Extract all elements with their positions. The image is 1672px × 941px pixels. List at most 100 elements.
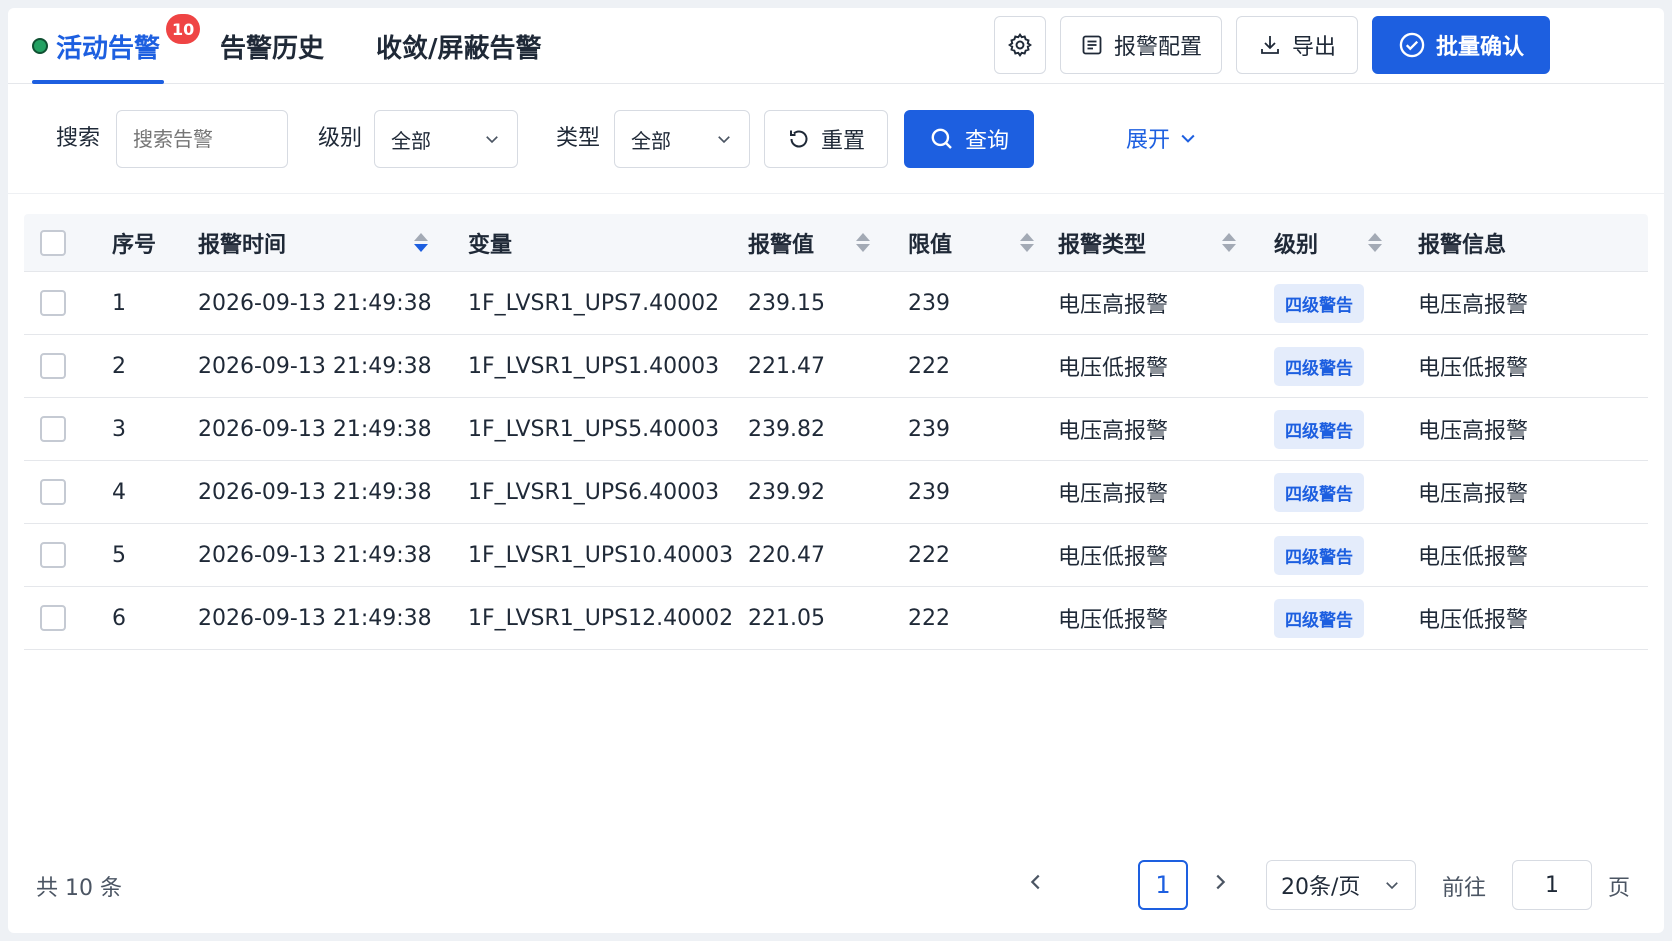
reset-icon	[787, 127, 811, 151]
cell-info: 电压高报警	[1418, 398, 1528, 460]
col-header-limit: 限值	[908, 214, 1034, 271]
page-size-select[interactable]: 20条/页	[1266, 860, 1416, 910]
row-checkbox[interactable]	[40, 416, 66, 442]
table-row[interactable]: 6 2026-09-13 21:49:38 1F_LVSR1_UPS12.40002…	[24, 587, 1648, 650]
total-count: 共 10 条	[36, 876, 122, 901]
search-icon	[929, 126, 955, 152]
sort-toggle-icon[interactable]	[1222, 233, 1236, 252]
export-button[interactable]: 导出	[1236, 16, 1358, 74]
cell-limit-text: 222	[908, 353, 950, 379]
col-header-label: 限值	[908, 232, 953, 258]
cell-info: 电压低报警	[1418, 587, 1528, 649]
settings-button[interactable]	[994, 16, 1046, 74]
cell-limit: 239	[908, 398, 950, 460]
cell-variable-text: 1F_LVSR1_UPS6.40003	[468, 479, 720, 505]
next-page-button[interactable]	[1204, 866, 1236, 898]
cell-time: 2026-09-13 21:49:38	[198, 524, 432, 586]
cell-level: 四级警告	[1274, 524, 1364, 586]
table-row[interactable]: 2 2026-09-13 21:49:38 1F_LVSR1_UPS1.40003 2…	[24, 335, 1648, 398]
tab-active-alarms[interactable]: 活动告警	[32, 26, 160, 66]
col-header-time: 报警时间	[198, 214, 428, 271]
check-circle-icon	[1398, 31, 1426, 59]
row-checkbox[interactable]	[40, 542, 66, 568]
cell-limit-text: 239	[908, 416, 950, 442]
cell-type-text: 电压低报警	[1058, 545, 1169, 570]
cell-no-text: 5	[112, 542, 126, 568]
table-row[interactable]: 5 2026-09-13 21:49:38 1F_LVSR1_UPS10.40003…	[24, 524, 1648, 587]
sort-toggle-icon[interactable]	[1368, 233, 1382, 252]
alarm-config-button[interactable]: 报警配置	[1060, 16, 1222, 74]
cell-level: 四级警告	[1274, 587, 1364, 649]
cell-info: 电压低报警	[1418, 335, 1528, 397]
row-checkbox[interactable]	[40, 605, 66, 631]
row-select-cell	[40, 398, 66, 460]
sort-toggle-icon[interactable]	[414, 233, 428, 252]
col-header-label: 报警时间	[198, 232, 287, 258]
level-tag: 四级警告	[1274, 283, 1364, 323]
cell-limit: 239	[908, 461, 950, 523]
page-number-button[interactable]: 1	[1138, 860, 1188, 910]
cell-no: 4	[112, 461, 126, 523]
cell-variable-text: 1F_LVSR1_UPS7.40002	[468, 290, 720, 316]
download-icon	[1258, 33, 1282, 57]
cell-value-text: 239.92	[748, 479, 825, 505]
cell-time: 2026-09-13 21:49:38	[198, 272, 432, 334]
sort-toggle-icon[interactable]	[1020, 233, 1034, 252]
cell-time-text: 2026-09-13 21:49:38	[198, 290, 432, 316]
expand-toggle[interactable]: 展开	[1126, 122, 1198, 154]
level-tag: 四级警告	[1274, 346, 1364, 386]
select-all-checkbox[interactable]	[40, 229, 66, 256]
cell-limit-text: 222	[908, 542, 950, 568]
level-select[interactable]: 全部	[374, 110, 518, 168]
cell-no-text: 3	[112, 416, 126, 442]
cell-time-text: 2026-09-13 21:49:38	[198, 605, 432, 631]
reset-button[interactable]: 重置	[764, 110, 888, 168]
table-row[interactable]: 1 2026-09-13 21:49:38 1F_LVSR1_UPS7.40002 2…	[24, 272, 1648, 335]
cell-no-text: 6	[112, 605, 126, 631]
tab-alarm-history[interactable]: 告警历史	[220, 26, 324, 66]
row-checkbox[interactable]	[40, 353, 66, 379]
cell-variable: 1F_LVSR1_UPS5.40003	[468, 398, 719, 460]
cell-no: 5	[112, 524, 126, 586]
prev-page-button[interactable]	[1020, 866, 1052, 898]
cell-value: 221.05	[748, 587, 825, 649]
cell-info-text: 电压高报警	[1418, 482, 1529, 507]
page-suffix-label: 页	[1608, 876, 1631, 901]
row-checkbox[interactable]	[40, 290, 66, 316]
type-select-value: 全部	[631, 128, 671, 153]
row-checkbox[interactable]	[40, 479, 66, 505]
cell-type-text: 电压低报警	[1058, 608, 1169, 633]
cell-no-text: 1	[112, 290, 126, 316]
row-select-cell	[40, 272, 66, 334]
chevron-down-icon	[483, 130, 501, 148]
page-size-value: 20条/页	[1281, 875, 1361, 900]
button-label: 批量确认	[1435, 35, 1524, 60]
cell-variable-text: 1F_LVSR1_UPS12.40002	[468, 605, 734, 631]
cell-time: 2026-09-13 21:49:38	[198, 398, 432, 460]
tab-suppressed-alarms[interactable]: 收敛/屏蔽告警	[376, 26, 542, 66]
select-all-cell	[40, 214, 66, 271]
col-header-value: 报警值	[748, 214, 870, 271]
table-row[interactable]: 4 2026-09-13 21:49:38 1F_LVSR1_UPS6.40003 2…	[24, 461, 1648, 524]
filter-bar: 搜索 级别 全部 类型 全部 重置	[8, 84, 1664, 194]
level-tag: 四级警告	[1274, 535, 1364, 575]
cell-type: 电压高报警	[1058, 272, 1168, 334]
table-row[interactable]: 3 2026-09-13 21:49:38 1F_LVSR1_UPS5.40003 2…	[24, 398, 1648, 461]
search-input[interactable]	[116, 110, 288, 168]
cell-type: 电压低报警	[1058, 524, 1168, 586]
query-button[interactable]: 查询	[904, 110, 1034, 168]
level-label: 级别	[318, 126, 363, 151]
sort-toggle-icon[interactable]	[856, 233, 870, 252]
cell-level: 四级警告	[1274, 398, 1364, 460]
col-header-type: 报警类型	[1058, 214, 1236, 271]
goto-label: 前往	[1442, 876, 1487, 901]
goto-page-input[interactable]	[1512, 860, 1592, 910]
cell-variable-text: 1F_LVSR1_UPS10.40003	[468, 542, 734, 568]
cell-no: 6	[112, 587, 126, 649]
batch-confirm-button[interactable]: 批量确认	[1372, 16, 1550, 74]
type-select[interactable]: 全部	[614, 110, 750, 168]
col-header-label: 级别	[1274, 232, 1319, 258]
row-select-cell	[40, 461, 66, 523]
level-tag: 四级警告	[1274, 409, 1364, 449]
expand-label: 展开	[1126, 128, 1171, 153]
